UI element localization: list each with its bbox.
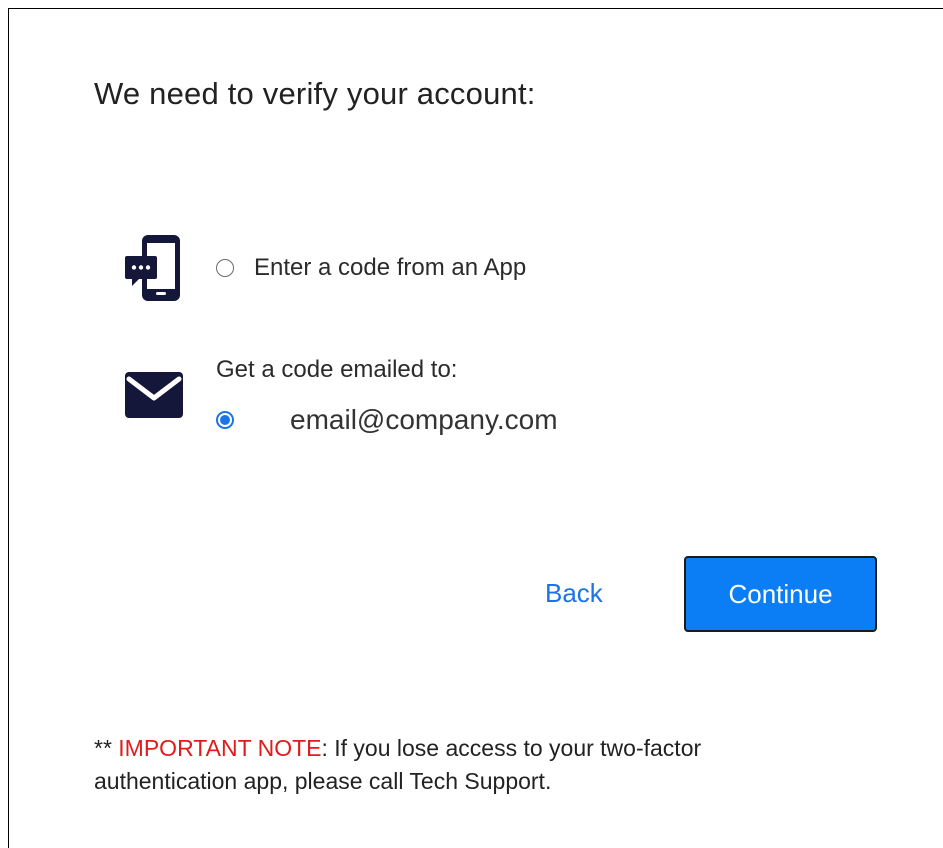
continue-button[interactable]: Continue bbox=[684, 556, 877, 632]
email-option-heading: Get a code emailed to: bbox=[216, 356, 458, 383]
app-option-radio[interactable] bbox=[216, 259, 234, 277]
email-option-heading-row: Get a code emailed to: bbox=[216, 356, 457, 384]
note-prefix: ** bbox=[94, 735, 119, 761]
note-important-label: IMPORTANT NOTE bbox=[118, 735, 322, 761]
email-address[interactable]: email@company.com bbox=[290, 404, 558, 436]
mobile-phone-icon bbox=[124, 234, 184, 304]
option-app[interactable]: Enter a code from an App bbox=[216, 254, 526, 282]
app-option-label[interactable]: Enter a code from an App bbox=[254, 254, 526, 282]
important-note: ** IMPORTANT NOTE: If you lose access to… bbox=[94, 732, 834, 798]
option-email[interactable]: email@company.com bbox=[216, 404, 558, 436]
email-option-radio[interactable] bbox=[216, 411, 234, 429]
back-button[interactable]: Back bbox=[545, 578, 603, 609]
page-title: We need to verify your account: bbox=[94, 76, 536, 111]
envelope-icon bbox=[124, 371, 184, 419]
